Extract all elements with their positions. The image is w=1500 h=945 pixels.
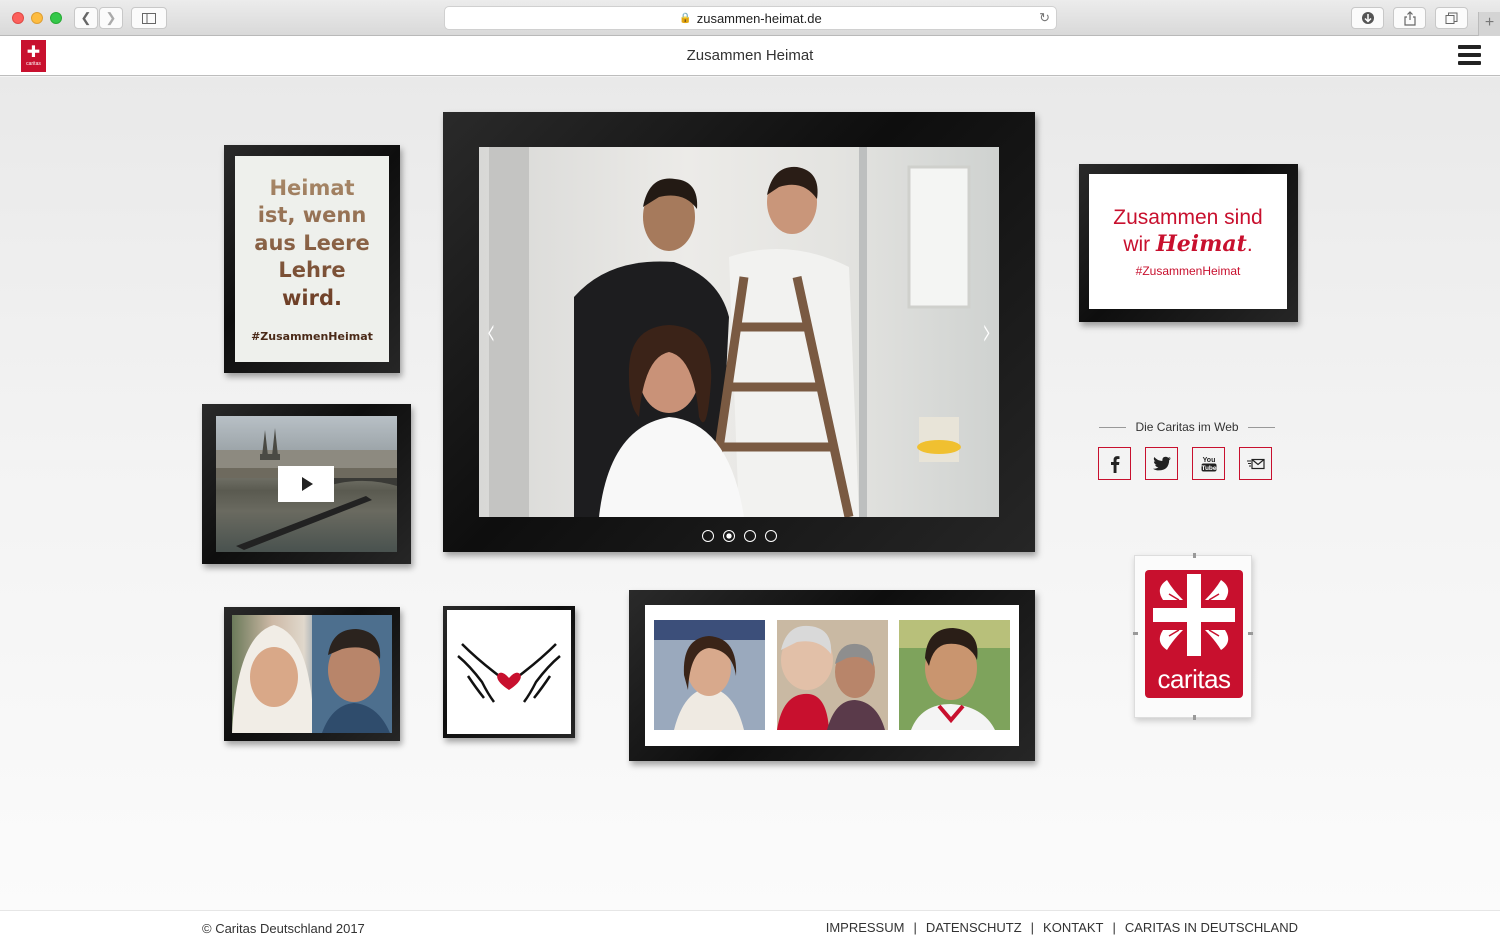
hands-heart-icon [457,643,561,703]
twitter-icon [1152,456,1171,470]
facebook-button[interactable] [1098,447,1131,480]
video-thumbnail[interactable] [216,416,397,552]
youtube-button[interactable]: You Tube [1192,447,1225,480]
play-button[interactable] [278,466,334,502]
new-tab-button[interactable]: + [1478,12,1500,36]
back-button[interactable]: ❮ [74,7,98,29]
caritas-logo-large: caritas [1145,570,1243,698]
slider-dot-1[interactable] [701,530,714,542]
triptych-frame [629,590,1035,761]
slider-dot-2[interactable] [722,530,735,542]
quote-text: Heimat ist, wenn aus Leere Lehre wird. [254,175,369,313]
share-button[interactable] [1393,7,1426,29]
footer-nav: IMPRESSUM | DATENSCHUTZ | KONTAKT | CARI… [825,920,1298,935]
slogan-card: Zusammen sind wir Heimat. #ZusammenHeima… [1089,174,1287,309]
caritas-wordmark: caritas [1157,664,1231,694]
impressum-link[interactable]: IMPRESSUM [826,920,905,935]
slogan-line-2: wir Heimat. [1123,231,1253,257]
social-heading-text: Die Caritas im Web [1135,420,1239,434]
lock-icon: 🔒 [679,12,692,24]
mail-button[interactable] [1239,447,1272,480]
facebook-icon [1110,455,1119,473]
tabs-icon [1445,12,1458,24]
quote-card: Heimat ist, wenn aus Leere Lehre wird. #… [235,156,389,362]
hands-frame [443,606,575,738]
slider-dot-3[interactable] [743,530,756,542]
slogan-frame: Zusammen sind wir Heimat. #ZusammenHeima… [1079,164,1298,322]
site-title: Zusammen Heimat [686,47,814,64]
duo-portrait-illustration [232,615,392,733]
url-text: zusammen-heimat.de [696,10,822,26]
play-icon [302,477,313,491]
close-window-button[interactable] [12,12,24,24]
copyright-text: © Caritas Deutschland 2017 [202,921,365,936]
forward-button[interactable]: ❯ [99,7,123,29]
triptych-mat [645,605,1019,746]
address-bar[interactable]: 🔒 zusammen-heimat.de ↻ [444,6,1057,30]
girl-portrait-photo [654,620,765,730]
site-header: ✚ caritas Zusammen Heimat [0,36,1500,76]
chevron-right-icon: ❯ [105,10,117,25]
zoom-window-button[interactable] [50,12,62,24]
caritas-logo-frame: caritas [1133,553,1253,720]
kontakt-link[interactable]: KONTAKT [1043,920,1103,935]
social-links: You Tube [1098,447,1272,480]
download-icon [1361,12,1374,24]
young-man-portrait-photo [899,620,1010,730]
menu-button[interactable] [1458,45,1481,65]
chevron-left-icon: ❮ [80,10,92,25]
downloads-button[interactable] [1351,7,1384,29]
svg-text:You: You [1202,457,1215,464]
social-heading: Die Caritas im Web [1099,420,1276,434]
tabs-overview-button[interactable] [1435,7,1468,29]
team-photo-illustration [489,147,971,517]
hero-slider: ‹ › [443,112,1035,552]
caritas-cross-icon [1153,574,1235,656]
minimize-window-button[interactable] [31,12,43,24]
sidebar-toggle-button[interactable] [131,7,167,29]
reload-icon[interactable]: ↻ [1039,10,1050,26]
slider-next-button[interactable]: › [983,312,992,352]
browser-toolbar: ❮ ❯ 🔒 zusammen-heimat.de ↻ + [0,0,1500,36]
youtube-icon: You Tube [1201,457,1216,472]
slogan-line-1: Zusammen sind [1113,206,1263,229]
duo-portrait-photo [232,615,392,733]
datenschutz-link[interactable]: DATENSCHUTZ [926,920,1022,935]
slogan-hashtag: #ZusammenHeimat [1135,264,1241,278]
slider-prev-button[interactable]: ‹ [487,312,496,352]
slider-dot-4[interactable] [764,530,777,542]
elderly-men-photo [777,620,888,730]
quote-hashtag: #ZusammenHeimat [251,330,373,344]
caritas-in-deutschland-link[interactable]: CARITAS IN DEUTSCHLAND [1125,920,1298,935]
hamburger-icon [1458,45,1481,49]
mail-icon [1246,458,1265,469]
sidebar-icon [142,12,156,24]
site-footer: © Caritas Deutschland 2017 IMPRESSUM | D… [0,910,1500,945]
quote-frame: Heimat ist, wenn aus Leere Lehre wird. #… [224,145,400,373]
svg-text:Tube: Tube [1201,465,1216,472]
share-icon [1403,10,1416,26]
hands-card [447,610,571,734]
duo-portrait-frame [224,607,400,741]
twitter-button[interactable] [1145,447,1178,480]
slider-pagination [443,530,1035,542]
slide-photo: ‹ › [479,147,999,517]
video-frame[interactable] [202,404,411,564]
